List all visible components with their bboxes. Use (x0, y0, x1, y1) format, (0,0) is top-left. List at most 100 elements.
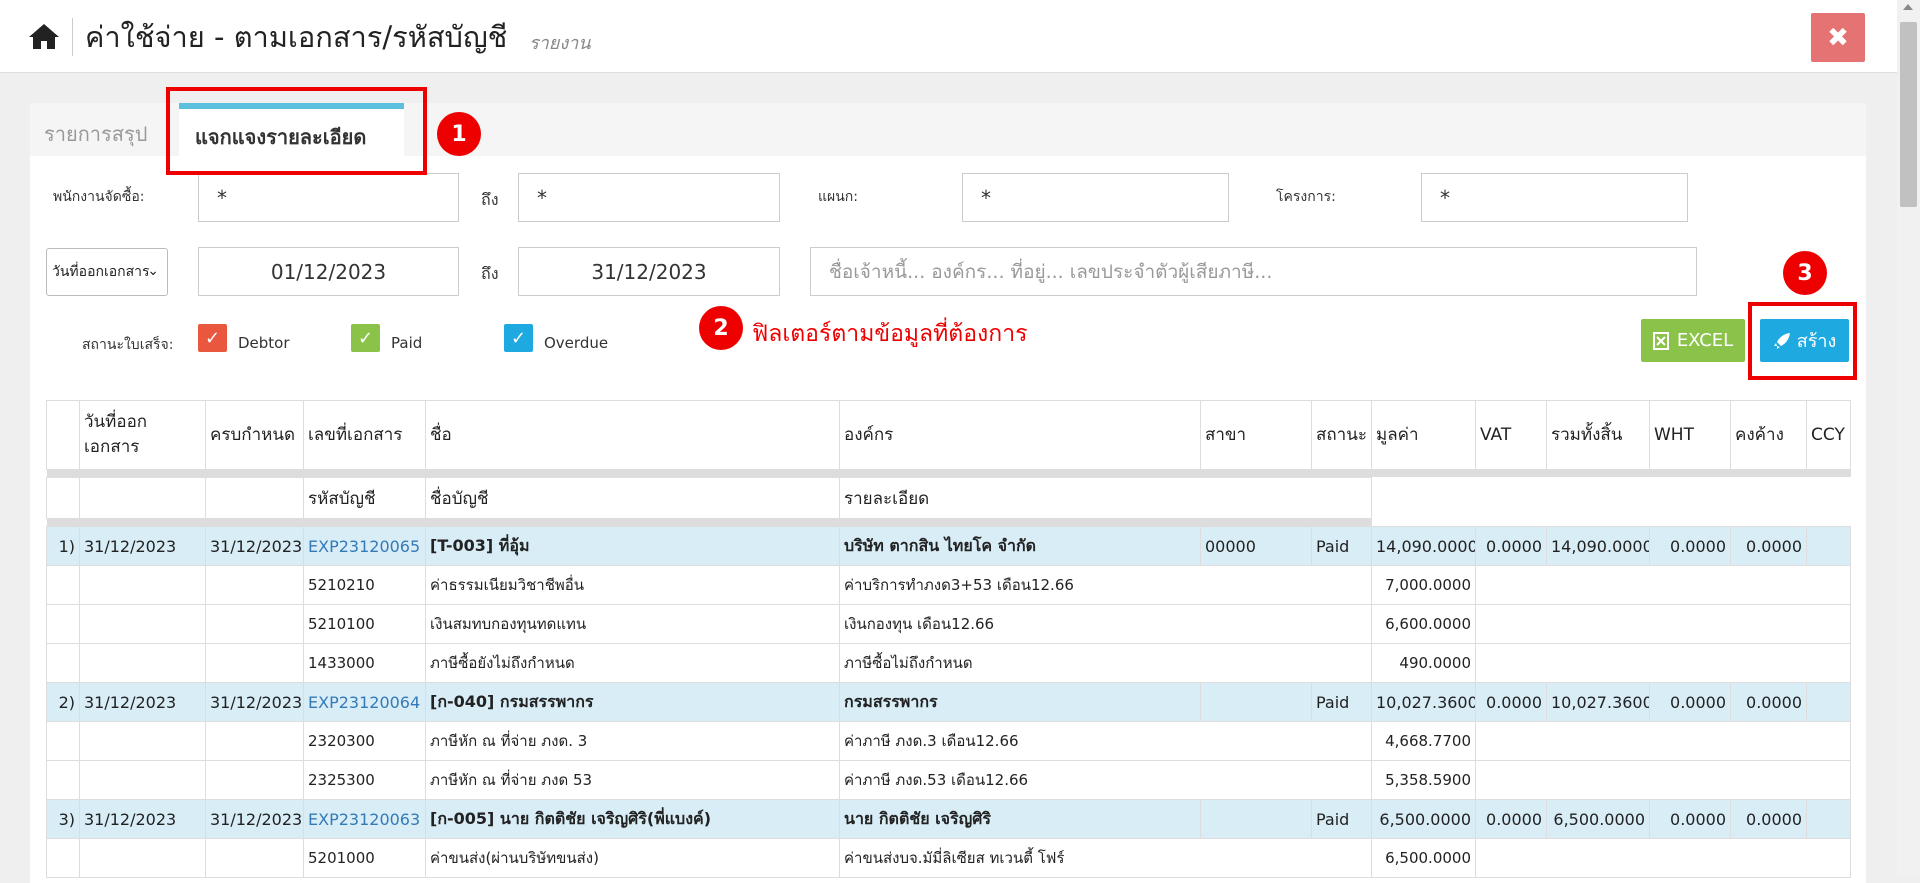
document-number-link[interactable]: EXP23120065 (303, 526, 426, 566)
account-code: 2325300 (303, 760, 426, 800)
close-button[interactable]: ✖ (1811, 13, 1865, 62)
project-input[interactable]: * (1421, 173, 1688, 222)
vat: 0.0000 (1475, 799, 1547, 839)
line-blank-cell (79, 604, 206, 644)
row-number: 3) (46, 799, 80, 839)
page-scrollbar[interactable] (1897, 0, 1920, 877)
line-blank-cell (205, 643, 304, 683)
account-name: เงินสมทบกองทุนทดแทน (425, 604, 840, 644)
column-header[interactable]: มูลค่า (1371, 400, 1476, 470)
page-subtitle: รายงาน (529, 33, 591, 54)
debtor-checkbox[interactable]: ✓ (198, 324, 227, 352)
line-blank-cell (205, 721, 304, 761)
line-blank-cell (46, 721, 80, 761)
organization: กรมสรรพากร (839, 682, 1201, 722)
column-header[interactable]: รวมทั้งสิ้น (1546, 400, 1650, 470)
buyer-from-input[interactable]: * (198, 173, 459, 222)
column-header[interactable]: VAT (1475, 400, 1547, 470)
amount: 6,500.0000 (1371, 799, 1476, 839)
date-to-input[interactable]: 31/12/2023 (518, 247, 780, 296)
line-empty-cell (1475, 565, 1851, 605)
column-header[interactable]: ครบกำหนด (205, 400, 304, 470)
account-code: 5210100 (303, 604, 426, 644)
subheader-account-code: รหัสบัญชี (303, 477, 426, 519)
account-name: ภาษีซื้อยังไม่ถึงกำหนด (425, 643, 840, 683)
home-icon[interactable] (28, 22, 60, 50)
line-amount: 6,600.0000 (1371, 604, 1476, 644)
search-input[interactable]: ชื่อเจ้าหนี้... องค์กร... ที่อยู่... เลข… (810, 247, 1697, 296)
annotation-number-2: 2 (699, 306, 743, 350)
table-row[interactable]: 1) 31/12/2023 31/12/2023 EXP23120065 [T-003]… (46, 526, 1851, 566)
annotation-box-create (1748, 302, 1857, 380)
due-date: 31/12/2023 (205, 799, 304, 839)
amount: 10,027.3600 (1371, 682, 1476, 722)
column-header[interactable]: องค์กร (839, 400, 1201, 470)
table-subheader-row: รหัสบัญชี ชื่อบัญชี รายละเอียด (46, 477, 1851, 519)
paid-checkbox[interactable]: ✓ (351, 324, 380, 352)
buyer-label: พนักงานจัดซื้อ: (53, 189, 145, 205)
department-input[interactable]: * (962, 173, 1229, 222)
line-detail: ค่าขนส่งบจ.มัมี่ลิเซียส ทเวนตี้ โฟร์ (839, 838, 1372, 878)
scroll-up-arrow-icon[interactable] (1903, 4, 1913, 10)
header-divider (46, 469, 1851, 478)
document-number-link[interactable]: EXP23120063 (303, 799, 426, 839)
line-amount: 4,668.7700 (1371, 721, 1476, 761)
column-header[interactable]: สาขา (1200, 400, 1312, 470)
branch: 00000 (1200, 526, 1312, 566)
balance: 0.0000 (1730, 526, 1807, 566)
account-code: 5201000 (303, 838, 426, 878)
table-header-row: วันที่ออก เอกสาร ครบกำหนด เลขที่เอกสาร ชื่ออ… (46, 400, 1851, 470)
overdue-label: Overdue (544, 334, 609, 352)
column-header[interactable]: ชื่อ (425, 400, 840, 470)
organization: บริษัท ตากสิน ไทยโค จำกัด (839, 526, 1201, 566)
document-number-link[interactable]: EXP23120064 (303, 682, 426, 722)
column-header[interactable]: CCY (1806, 400, 1851, 470)
overdue-checkbox[interactable]: ✓ (504, 324, 533, 352)
status: Paid (1311, 682, 1372, 722)
row-number: 1) (46, 526, 80, 566)
line-blank-cell (205, 838, 304, 878)
chevron-down-icon: ⌄ (147, 263, 159, 279)
account-name: ภาษีหัก ณ ที่จ่าย ภงด 53 (425, 760, 840, 800)
subheader-divider-empty (1371, 518, 1851, 527)
buyer-to-input[interactable]: * (518, 173, 780, 222)
excel-button[interactable]: EXCEL (1641, 319, 1745, 362)
line-blank-cell (205, 565, 304, 605)
account-code: 1433000 (303, 643, 426, 683)
line-empty-cell (1475, 721, 1851, 761)
total: 6,500.0000 (1546, 799, 1650, 839)
debtor-label: Debtor (238, 334, 290, 352)
column-header[interactable]: เลขที่เอกสาร (303, 400, 426, 470)
due-date: 31/12/2023 (205, 682, 304, 722)
column-header[interactable]: สถานะ (1311, 400, 1372, 470)
line-amount: 6,500.0000 (1371, 838, 1476, 878)
line-blank-cell (79, 838, 206, 878)
currency (1806, 799, 1851, 839)
line-blank-cell (46, 838, 80, 878)
branch (1200, 799, 1312, 839)
subheader-blank-cell (46, 477, 80, 519)
date-to-label: ถึง (481, 264, 499, 283)
excel-button-label: EXCEL (1676, 330, 1734, 351)
tab-summary[interactable]: รายการสรุป (44, 118, 147, 150)
line-detail: ภาษีซื้อไม่ถึงกำหนด (839, 643, 1372, 683)
column-header[interactable]: WHT (1649, 400, 1731, 470)
date-type-select[interactable]: วันที่ออกเอกสาร ⌄ (46, 248, 168, 296)
table-row[interactable]: 2) 31/12/2023 31/12/2023 EXP23120064 [ก-040]… (46, 682, 1851, 722)
column-header[interactable]: คงค้าง (1730, 400, 1807, 470)
line-empty-cell (1475, 838, 1851, 878)
account-code: 5210210 (303, 565, 426, 605)
line-item-row: 1433000 ภาษีซื้อยังไม่ถึงกำหนด ภาษีซื้อไม่… (46, 643, 1851, 683)
scroll-thumb[interactable] (1900, 22, 1917, 207)
receipt-status-label: สถานะใบเสร็จ: (82, 337, 174, 353)
total: 14,090.0000 (1546, 526, 1650, 566)
column-header[interactable]: วันที่ออก เอกสาร (79, 400, 206, 470)
row-number: 2) (46, 682, 80, 722)
table-row[interactable]: 3) 31/12/2023 31/12/2023 EXP23120063 [ก-005]… (46, 799, 1851, 839)
vat: 0.0000 (1475, 526, 1547, 566)
total: 10,027.3600 (1546, 682, 1650, 722)
line-item-row: 5210210 ค่าธรรมเนียมวิชาชีพอื่น ค่าบริการท… (46, 565, 1851, 605)
date-from-input[interactable]: 01/12/2023 (198, 247, 459, 296)
column-header[interactable] (46, 400, 80, 470)
line-amount: 490.0000 (1371, 643, 1476, 683)
